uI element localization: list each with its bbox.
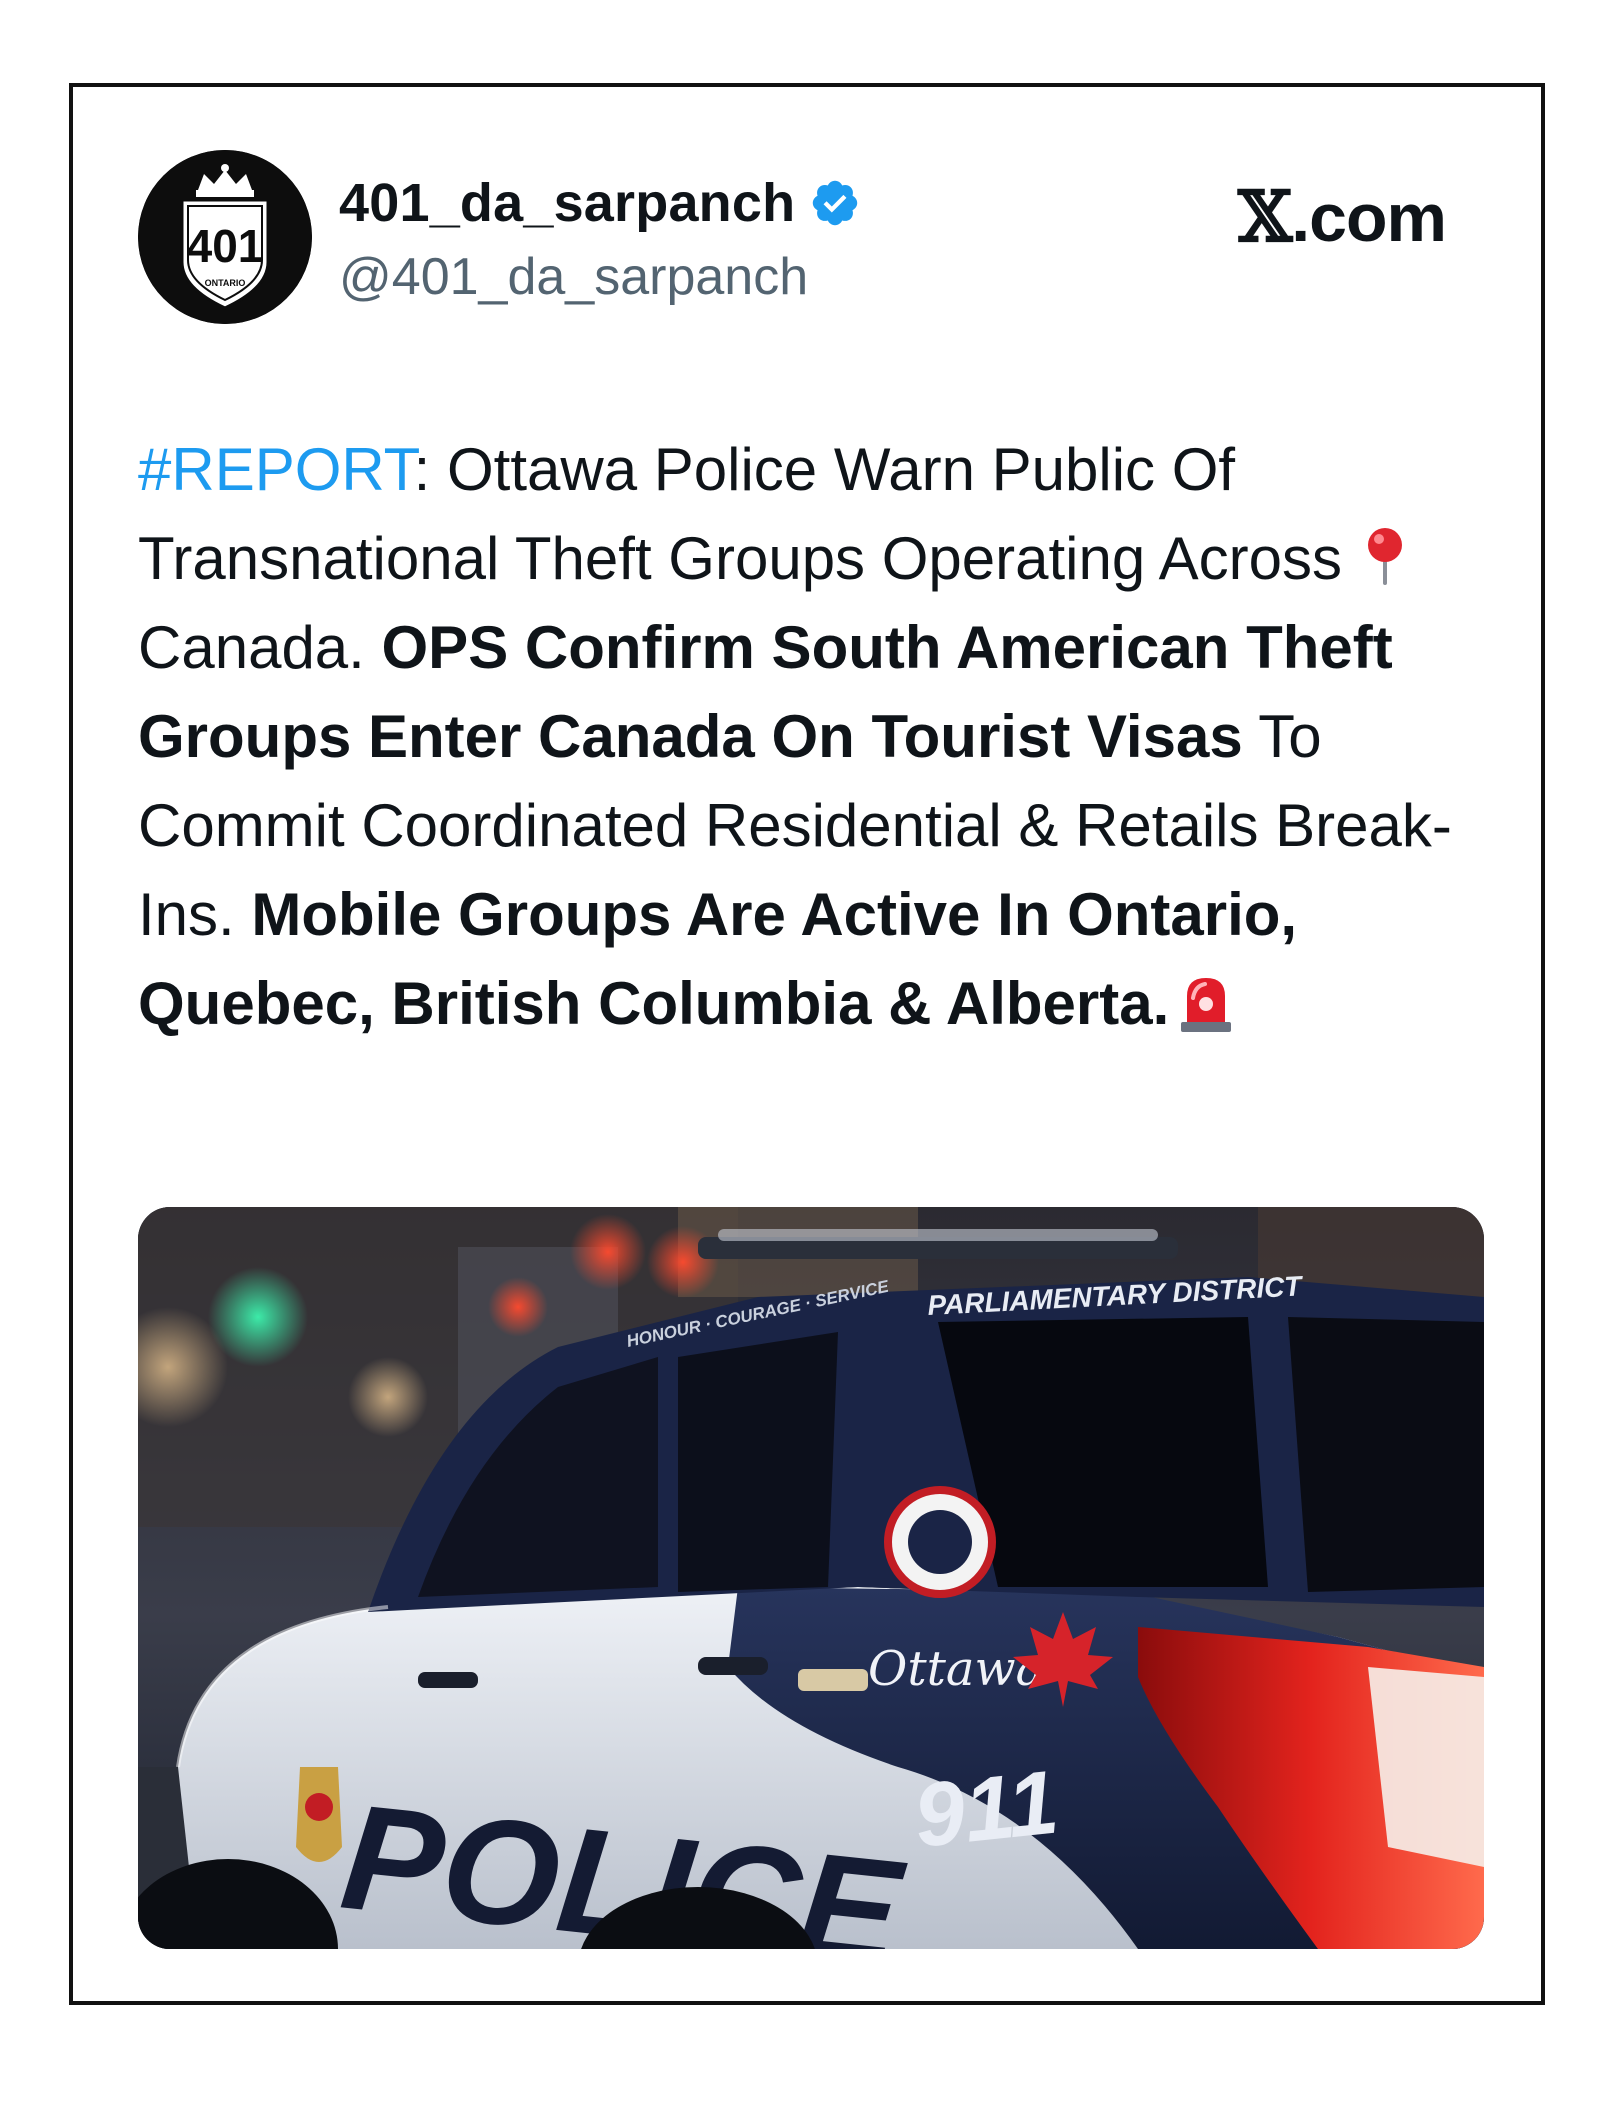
tweet-media-image[interactable]: PARLIAMENTARY DISTRICT HONOUR · COURAGE … <box>138 1207 1484 1949</box>
x-com-suffix: .com <box>1291 180 1447 256</box>
handle[interactable]: @401_da_sarpanch <box>339 247 808 307</box>
shield-caption: ONTARIO <box>205 278 246 288</box>
tweet-card: 401 ONTARIO 401_da_sarpanch @401_da_sarp… <box>69 83 1545 2005</box>
police-car-photo: PARLIAMENTARY DISTRICT HONOUR · COURAGE … <box>138 1207 1484 1949</box>
display-name-text[interactable]: 401_da_sarpanch <box>339 172 795 234</box>
police-siren-icon <box>1181 978 1232 1032</box>
x-com-logo: 𝕏.com <box>1237 175 1447 258</box>
vehicle-number-text: 911 <box>910 1752 1063 1866</box>
tweet-segment-2: Canada. <box>138 614 382 681</box>
vehicle-city-text: Ottawa <box>868 1641 1044 1697</box>
shield-number: 401 <box>187 220 264 272</box>
tweet-bold-2: Mobile Groups Are Active In Ontario, Que… <box>138 881 1298 1037</box>
highway-401-shield-icon: 401 ONTARIO <box>138 150 312 324</box>
x-logo-icon: 𝕏 <box>1237 175 1292 258</box>
hashtag-link[interactable]: #REPORT <box>138 436 414 503</box>
tweet-text: #REPORT: Ottawa Police Warn Public Of Tr… <box>138 425 1498 1048</box>
display-name[interactable]: 401_da_sarpanch <box>339 172 861 234</box>
verified-badge-icon <box>813 180 858 226</box>
round-pushpin-icon <box>1367 528 1402 585</box>
avatar[interactable]: 401 ONTARIO <box>138 150 312 324</box>
